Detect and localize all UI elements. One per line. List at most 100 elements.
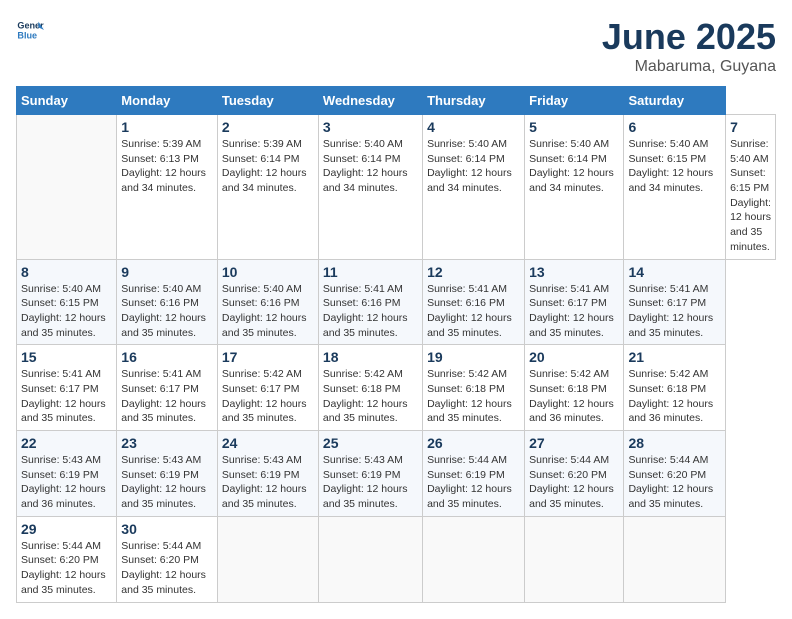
day-info: Sunrise: 5:39 AM Sunset: 6:14 PM Dayligh… bbox=[222, 137, 314, 196]
calendar-cell: 26 Sunrise: 5:44 AM Sunset: 6:19 PM Dayl… bbox=[423, 431, 525, 517]
calendar-cell: 24 Sunrise: 5:43 AM Sunset: 6:19 PM Dayl… bbox=[217, 431, 318, 517]
day-number: 15 bbox=[21, 349, 112, 365]
sunrise-time: Sunrise: 5:44 AM bbox=[529, 454, 609, 466]
day-number: 4 bbox=[427, 119, 520, 135]
daylight-hours: Daylight: 12 hours and 35 minutes. bbox=[730, 197, 771, 253]
sunset-time: Sunset: 6:20 PM bbox=[628, 469, 706, 481]
calendar-cell bbox=[624, 516, 726, 602]
daylight-hours: Daylight: 12 hours and 35 minutes. bbox=[529, 483, 614, 510]
sunset-time: Sunset: 6:17 PM bbox=[121, 383, 199, 395]
daylight-hours: Daylight: 12 hours and 35 minutes. bbox=[121, 312, 206, 339]
day-info: Sunrise: 5:44 AM Sunset: 6:20 PM Dayligh… bbox=[21, 539, 112, 598]
sunset-time: Sunset: 6:19 PM bbox=[21, 469, 99, 481]
sunrise-time: Sunrise: 5:42 AM bbox=[529, 368, 609, 380]
calendar-cell: 27 Sunrise: 5:44 AM Sunset: 6:20 PM Dayl… bbox=[525, 431, 624, 517]
sunrise-time: Sunrise: 5:40 AM bbox=[121, 283, 201, 295]
day-number: 30 bbox=[121, 521, 213, 537]
sunrise-time: Sunrise: 5:40 AM bbox=[21, 283, 101, 295]
sunrise-time: Sunrise: 5:40 AM bbox=[222, 283, 302, 295]
sunrise-time: Sunrise: 5:39 AM bbox=[121, 138, 201, 150]
daylight-hours: Daylight: 12 hours and 35 minutes. bbox=[427, 398, 512, 425]
sunrise-time: Sunrise: 5:42 AM bbox=[323, 368, 403, 380]
sunrise-time: Sunrise: 5:41 AM bbox=[529, 283, 609, 295]
day-of-week-header: Sunday bbox=[17, 87, 117, 115]
sunrise-time: Sunrise: 5:43 AM bbox=[323, 454, 403, 466]
day-info: Sunrise: 5:40 AM Sunset: 6:15 PM Dayligh… bbox=[21, 282, 112, 341]
daylight-hours: Daylight: 12 hours and 35 minutes. bbox=[323, 312, 408, 339]
subtitle: Mabaruma, Guyana bbox=[602, 58, 776, 76]
calendar-cell: 23 Sunrise: 5:43 AM Sunset: 6:19 PM Dayl… bbox=[117, 431, 218, 517]
day-info: Sunrise: 5:40 AM Sunset: 6:15 PM Dayligh… bbox=[730, 137, 771, 255]
day-info: Sunrise: 5:43 AM Sunset: 6:19 PM Dayligh… bbox=[222, 453, 314, 512]
calendar-week-row: 22 Sunrise: 5:43 AM Sunset: 6:19 PM Dayl… bbox=[17, 431, 776, 517]
sunset-time: Sunset: 6:20 PM bbox=[529, 469, 607, 481]
day-of-week-header: Wednesday bbox=[318, 87, 422, 115]
calendar-cell: 10 Sunrise: 5:40 AM Sunset: 6:16 PM Dayl… bbox=[217, 259, 318, 345]
logo: General Blue bbox=[16, 16, 44, 44]
day-number: 7 bbox=[730, 119, 771, 135]
sunset-time: Sunset: 6:17 PM bbox=[628, 297, 706, 309]
sunset-time: Sunset: 6:14 PM bbox=[427, 153, 505, 165]
sunset-time: Sunset: 6:14 PM bbox=[222, 153, 300, 165]
daylight-hours: Daylight: 12 hours and 35 minutes. bbox=[529, 312, 614, 339]
sunset-time: Sunset: 6:16 PM bbox=[121, 297, 199, 309]
sunrise-time: Sunrise: 5:42 AM bbox=[628, 368, 708, 380]
daylight-hours: Daylight: 12 hours and 34 minutes. bbox=[121, 167, 206, 194]
day-number: 1 bbox=[121, 119, 213, 135]
day-info: Sunrise: 5:40 AM Sunset: 6:14 PM Dayligh… bbox=[427, 137, 520, 196]
sunset-time: Sunset: 6:15 PM bbox=[21, 297, 99, 309]
calendar-cell: 25 Sunrise: 5:43 AM Sunset: 6:19 PM Dayl… bbox=[318, 431, 422, 517]
sunrise-time: Sunrise: 5:42 AM bbox=[222, 368, 302, 380]
daylight-hours: Daylight: 12 hours and 35 minutes. bbox=[121, 483, 206, 510]
calendar-cell: 17 Sunrise: 5:42 AM Sunset: 6:17 PM Dayl… bbox=[217, 345, 318, 431]
day-info: Sunrise: 5:41 AM Sunset: 6:17 PM Dayligh… bbox=[529, 282, 619, 341]
daylight-hours: Daylight: 12 hours and 35 minutes. bbox=[121, 398, 206, 425]
logo-icon: General Blue bbox=[16, 16, 44, 44]
sunrise-time: Sunrise: 5:44 AM bbox=[628, 454, 708, 466]
sunset-time: Sunset: 6:20 PM bbox=[21, 554, 99, 566]
calendar-week-row: 15 Sunrise: 5:41 AM Sunset: 6:17 PM Dayl… bbox=[17, 345, 776, 431]
daylight-hours: Daylight: 12 hours and 34 minutes. bbox=[222, 167, 307, 194]
day-info: Sunrise: 5:41 AM Sunset: 6:17 PM Dayligh… bbox=[21, 367, 112, 426]
day-info: Sunrise: 5:42 AM Sunset: 6:18 PM Dayligh… bbox=[323, 367, 418, 426]
calendar-week-row: 1 Sunrise: 5:39 AM Sunset: 6:13 PM Dayli… bbox=[17, 115, 776, 260]
calendar-cell: 6 Sunrise: 5:40 AM Sunset: 6:15 PM Dayli… bbox=[624, 115, 726, 260]
sunset-time: Sunset: 6:13 PM bbox=[121, 153, 199, 165]
day-number: 20 bbox=[529, 349, 619, 365]
day-number: 11 bbox=[323, 264, 418, 280]
day-number: 13 bbox=[529, 264, 619, 280]
day-of-week-header: Monday bbox=[117, 87, 218, 115]
day-info: Sunrise: 5:43 AM Sunset: 6:19 PM Dayligh… bbox=[121, 453, 213, 512]
calendar-cell: 13 Sunrise: 5:41 AM Sunset: 6:17 PM Dayl… bbox=[525, 259, 624, 345]
daylight-hours: Daylight: 12 hours and 35 minutes. bbox=[628, 483, 713, 510]
day-number: 28 bbox=[628, 435, 721, 451]
sunset-time: Sunset: 6:16 PM bbox=[323, 297, 401, 309]
calendar-cell: 14 Sunrise: 5:41 AM Sunset: 6:17 PM Dayl… bbox=[624, 259, 726, 345]
calendar-week-row: 29 Sunrise: 5:44 AM Sunset: 6:20 PM Dayl… bbox=[17, 516, 776, 602]
day-info: Sunrise: 5:40 AM Sunset: 6:14 PM Dayligh… bbox=[529, 137, 619, 196]
calendar-cell: 3 Sunrise: 5:40 AM Sunset: 6:14 PM Dayli… bbox=[318, 115, 422, 260]
sunrise-time: Sunrise: 5:40 AM bbox=[427, 138, 507, 150]
day-info: Sunrise: 5:42 AM Sunset: 6:18 PM Dayligh… bbox=[427, 367, 520, 426]
daylight-hours: Daylight: 12 hours and 34 minutes. bbox=[529, 167, 614, 194]
calendar-cell bbox=[17, 115, 117, 260]
day-info: Sunrise: 5:41 AM Sunset: 6:16 PM Dayligh… bbox=[323, 282, 418, 341]
calendar-cell bbox=[525, 516, 624, 602]
day-number: 23 bbox=[121, 435, 213, 451]
sunrise-time: Sunrise: 5:43 AM bbox=[121, 454, 201, 466]
day-number: 9 bbox=[121, 264, 213, 280]
sunrise-time: Sunrise: 5:39 AM bbox=[222, 138, 302, 150]
day-number: 25 bbox=[323, 435, 418, 451]
title-area: June 2025 Mabaruma, Guyana bbox=[602, 16, 776, 76]
calendar-cell: 11 Sunrise: 5:41 AM Sunset: 6:16 PM Dayl… bbox=[318, 259, 422, 345]
sunrise-time: Sunrise: 5:40 AM bbox=[529, 138, 609, 150]
sunset-time: Sunset: 6:16 PM bbox=[427, 297, 505, 309]
day-number: 19 bbox=[427, 349, 520, 365]
sunset-time: Sunset: 6:19 PM bbox=[323, 469, 401, 481]
day-info: Sunrise: 5:40 AM Sunset: 6:16 PM Dayligh… bbox=[121, 282, 213, 341]
calendar-cell: 21 Sunrise: 5:42 AM Sunset: 6:18 PM Dayl… bbox=[624, 345, 726, 431]
daylight-hours: Daylight: 12 hours and 35 minutes. bbox=[222, 483, 307, 510]
daylight-hours: Daylight: 12 hours and 35 minutes. bbox=[427, 483, 512, 510]
day-number: 18 bbox=[323, 349, 418, 365]
sunrise-time: Sunrise: 5:41 AM bbox=[427, 283, 507, 295]
